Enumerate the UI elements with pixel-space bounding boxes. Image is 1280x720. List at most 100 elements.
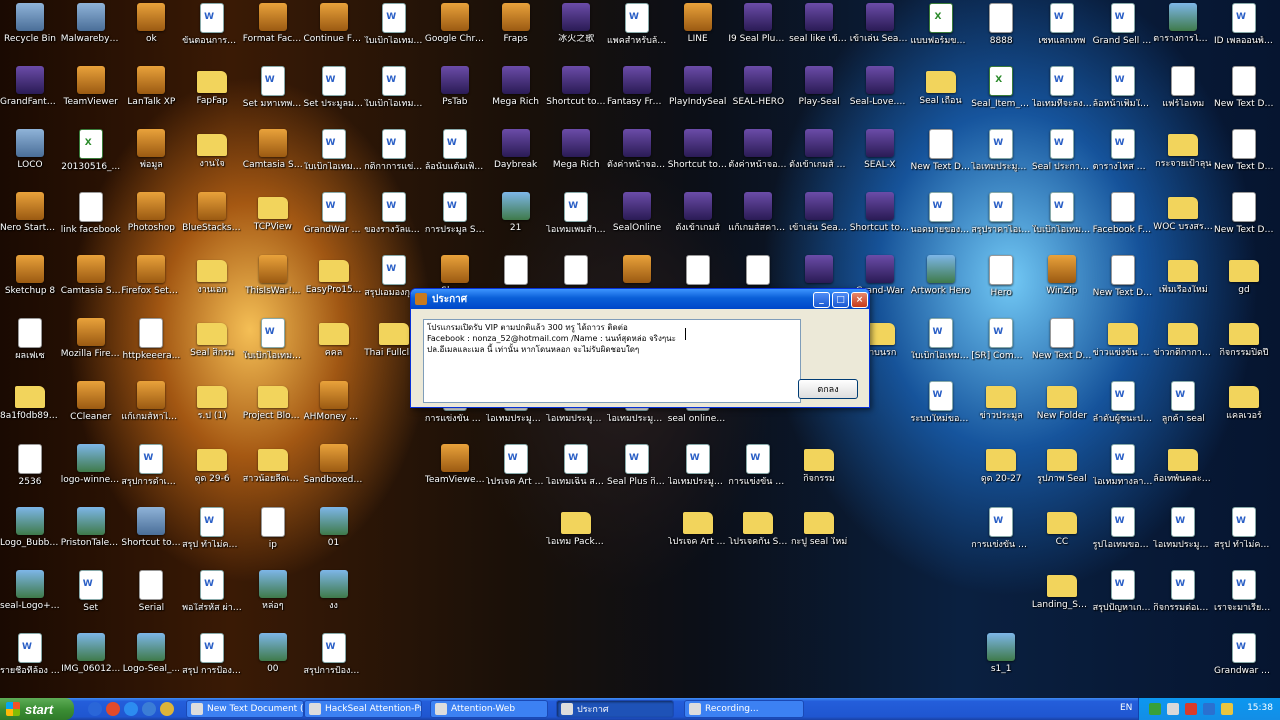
desktop-icon[interactable]: PsTab (425, 63, 485, 107)
taskbar-task[interactable]: Recording... (684, 700, 804, 718)
desktop-icon[interactable]: s1_1 (971, 630, 1031, 674)
desktop-icon[interactable]: สรุป การป้องกันโปรแกรม 2 ... (182, 630, 242, 676)
desktop-icon[interactable]: Seal ประกาศเติมหน้าสุมขั้น... (1032, 126, 1092, 172)
desktop-icon[interactable]: SEAL-HERO (728, 63, 788, 107)
desktop-icon[interactable]: พ่อมูล (121, 126, 181, 170)
desktop-icon[interactable]: สรุปปัญหาเกมส์ Grandwar ... (1093, 567, 1153, 613)
desktop-icon[interactable]: ตั้งเข้าเกมส์ Seal-Thor (789, 126, 849, 170)
ie-icon[interactable] (88, 702, 102, 716)
desktop-icon[interactable]: Photoshop (121, 189, 181, 233)
desktop-icon[interactable]: Grandwar สุดยอด set อี... (1214, 630, 1274, 676)
desktop-icon[interactable]: New Text Document (2) (1214, 189, 1274, 235)
desktop-icon[interactable]: SealOnline (607, 189, 667, 233)
desktop-icon[interactable]: Fantasy Frontier (607, 63, 667, 107)
desktop-icon[interactable]: ใบเบิกไอเทมเอมประมูล (364, 63, 424, 109)
desktop-icon[interactable]: กิจกรรมปิดปี (1214, 315, 1274, 358)
desktop-icon[interactable]: gd (1214, 252, 1274, 295)
desktop-icon[interactable]: ขั้นตอนการซื้อแพคไอเทม (182, 0, 242, 46)
dialog-message[interactable]: โปรแกรมเปิดรับ VIP ตามปกติแล้ว 300 ทรู ไ… (423, 319, 801, 403)
maximize-button[interactable]: □ (832, 292, 849, 308)
desktop-icon[interactable]: 2536 (0, 441, 60, 487)
desktop-icon[interactable]: New Text Document (4) (1032, 315, 1092, 361)
desktop-icon[interactable]: GrandFantasia (0, 63, 60, 107)
desktop-icon[interactable]: Facebook Fan (1093, 189, 1153, 235)
desktop-icon[interactable] (668, 252, 728, 288)
desktop-icon[interactable]: แพคสำหรับล้อนรับ ID ผู้... (607, 0, 667, 46)
desktop-icon[interactable]: แคลเวอร์ (1214, 378, 1274, 421)
desktop-icon[interactable]: ตารางไหส Winner... (1093, 126, 1153, 172)
desktop-icon[interactable]: Continue FLV Player Ins... (304, 0, 364, 44)
desktop-icon[interactable]: Shortcut to My Computer (121, 504, 181, 548)
firefox-icon[interactable] (106, 702, 120, 716)
desktop-icon[interactable]: LINE (668, 0, 728, 44)
desktop-icon[interactable]: Google Chrome (425, 0, 485, 44)
desktop-icon[interactable]: การแข่งขัน Legend of G... (971, 504, 1031, 550)
desktop-icon[interactable]: ลูกค้า seal (1153, 378, 1213, 424)
desktop-icon[interactable]: Firefox Setup 21.0 (121, 252, 181, 296)
desktop-icon[interactable]: ใบเบิกไอเทมลกิจกรรมของรม... (243, 315, 303, 361)
desktop-icon[interactable]: เข้าเล่น Seal-Loki (850, 0, 910, 44)
desktop-icon[interactable]: ok (121, 0, 181, 44)
desktop-icon[interactable]: เข้าเล่น Seal-Luna (789, 189, 849, 233)
taskbar-task[interactable]: ประกาศ (556, 700, 674, 718)
desktop-icon[interactable]: ล้อหน้าเพิ่มในนับปีใหม่เอาไว้... (1093, 63, 1153, 109)
desktop-icon[interactable]: TeamViewer 9 (425, 441, 485, 485)
desktop-icon[interactable]: แก้เกมส์สคาดไม่โหลด (728, 189, 788, 233)
desktop-icon[interactable]: กะปู seal ใหม่ (789, 504, 849, 547)
desktop-icon[interactable]: สรุป ทำไม่คนถึงเล่น Ser... (1214, 504, 1274, 550)
desktop-icon[interactable]: ตั้งค่าหน้าจอเข้าเกมส์ (607, 126, 667, 170)
tray-icon[interactable] (1203, 703, 1215, 715)
desktop-icon[interactable]: Camtasia Studio 7 (61, 252, 121, 296)
desktop-icon[interactable]: เซทแลกเทพ (1032, 0, 1092, 46)
language-indicator[interactable]: EN (1120, 703, 1132, 713)
tray-icon[interactable] (1185, 703, 1197, 715)
desktop-icon[interactable]: Seal Plus กิจกรรมแชร์... (607, 441, 667, 487)
desktop-icon[interactable]: ใบเบิกไอเทมประมูล (364, 0, 424, 46)
desktop-icon[interactable]: TeamViewer (61, 63, 121, 107)
desktop-icon[interactable]: งง (304, 567, 364, 611)
desktop-icon[interactable]: Mega Rich (546, 126, 606, 170)
tray-icon[interactable] (1167, 703, 1179, 715)
desktop-icon[interactable]: Seal เถื่อน (911, 63, 971, 106)
desktop-icon[interactable]: การประมูล Seal ข้อมูลลลงาน... (425, 189, 485, 235)
desktop-icon[interactable]: สรุปราคาไอเทมพิเศษ (971, 189, 1031, 235)
desktop-icon[interactable]: AHMoney PRO v7.83 (304, 378, 364, 422)
desktop-icon[interactable]: ThisIsWar!... (243, 252, 303, 296)
desktop-icon[interactable]: ข่าวแข่งขัน TGC 2014 (1093, 315, 1153, 358)
desktop-icon[interactable]: งานใจ (182, 126, 242, 169)
desktop-icon[interactable]: ตั้งค่าหน้าจอ.exe (728, 126, 788, 170)
desktop-icon[interactable]: Shortcut to AutoUpdate (668, 126, 728, 170)
desktop-icon[interactable]: นอดมายของไว้ยังคุรคะ (911, 189, 971, 235)
desktop-icon[interactable]: TCPView (243, 189, 303, 232)
desktop-icon[interactable]: ไอเทมเฉิน สงคราม (546, 441, 606, 487)
desktop-icon[interactable]: ระบบใหม่ของไฟเทคีกซัน ส... (911, 378, 971, 424)
desktop-icon[interactable]: New Text Document (1214, 126, 1274, 172)
desktop-icon[interactable]: เพิ่มเรื่องใหม่ (1153, 252, 1213, 295)
desktop-icon[interactable]: 冰火之歌 (546, 0, 606, 44)
tray-icon[interactable] (1149, 703, 1161, 715)
desktop-icon[interactable]: กติกาการแข่งขัน (364, 126, 424, 172)
desktop-icon[interactable]: Project Block (ไปร seal (243, 378, 303, 421)
taskbar-task[interactable]: New Text Document (... (186, 700, 304, 718)
desktop-icon[interactable]: 8a1f0db898... (0, 378, 60, 421)
desktop-icon[interactable]: Set ประมูลมหาเทพ เซท ผ... (304, 63, 364, 109)
desktop-icon[interactable]: Set (61, 567, 121, 613)
desktop-icon[interactable]: Fraps (486, 0, 546, 44)
desktop-icon[interactable] (486, 252, 546, 288)
clock[interactable]: 15:38 (1247, 703, 1273, 713)
desktop-icon[interactable]: แก้เกมส์หาไม่เจ็ดๆ (121, 378, 181, 422)
desktop-icon[interactable]: New Text Document (3) (911, 126, 971, 172)
taskbar-task[interactable]: Attention-Web (430, 700, 548, 718)
desktop-icon[interactable]: Format Factory (243, 0, 303, 44)
desktop-icon[interactable]: ไอเทมที่จะลงอาทิตย์หน้า (1032, 63, 1092, 109)
desktop-icon[interactable]: ใบเบิกไอเทมเลือกกิจกร... (1032, 189, 1092, 235)
desktop-icon[interactable]: ล้อเทพ์นคละเป็ค (1153, 441, 1213, 484)
desktop-icon[interactable]: LanTalk XP (121, 63, 181, 107)
folder-quicklaunch-icon[interactable] (124, 702, 138, 716)
desktop-icon[interactable]: งานเอก (182, 252, 242, 295)
desktop-icon[interactable]: ของรางวัลและไอเทมไดโ... (364, 189, 424, 235)
desktop-icon[interactable]: ล้อนับแต้มเพิ่มของเล่น (425, 126, 485, 172)
desktop-icon[interactable]: รายชื่อที่ล้อง CC สรุปงาน (0, 630, 60, 676)
desktop-icon[interactable]: ไอเทม Pack ราคาพิเศษ ... (546, 504, 606, 547)
desktop-icon[interactable]: รูปไอเทมของประมูล ผู้เล่า (1093, 504, 1153, 550)
